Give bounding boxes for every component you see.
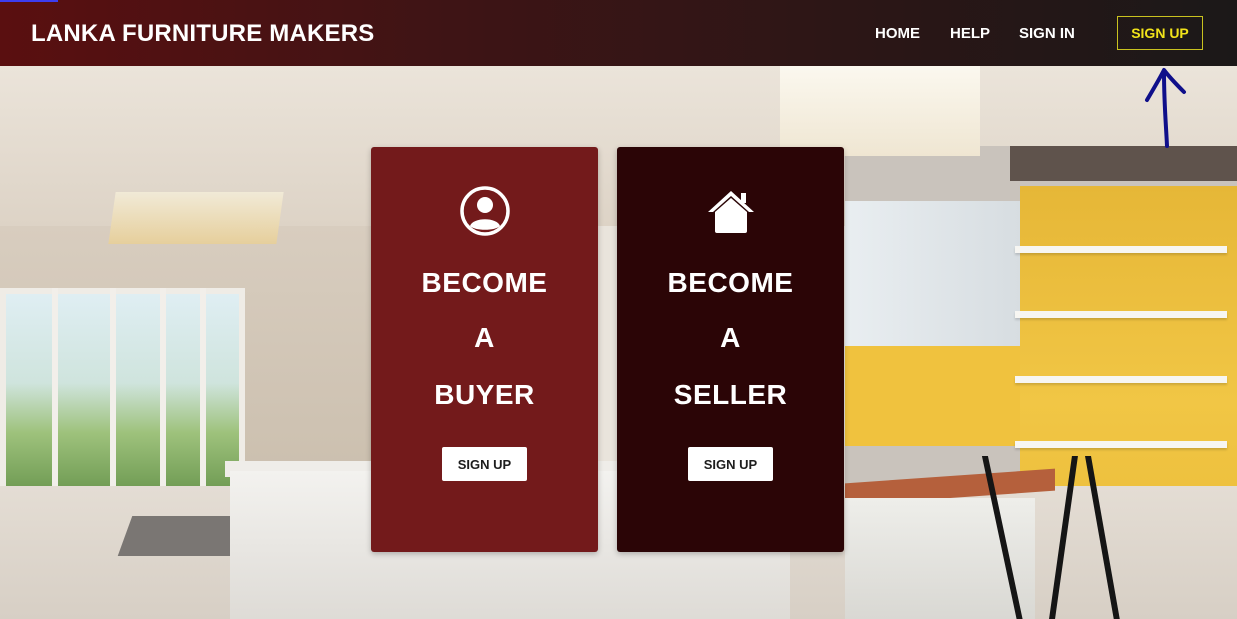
- card-title-line: SELLER: [673, 379, 788, 410]
- nav-sign-up-button[interactable]: SIGN UP: [1117, 16, 1203, 50]
- card-title-line: BUYER: [434, 379, 535, 410]
- top-accent-line: [0, 0, 58, 2]
- nav-sign-in-link[interactable]: SIGN IN: [1019, 25, 1075, 42]
- site-brand[interactable]: LANKA FURNITURE MAKERS: [31, 20, 375, 48]
- annotation-arrow-icon: [1145, 68, 1186, 148]
- seller-sign-up-button[interactable]: SIGN UP: [688, 447, 773, 481]
- window-mullion: [110, 288, 116, 498]
- become-buyer-card: BECOME A BUYER SIGN UP: [371, 147, 598, 552]
- user-circle-icon: [459, 186, 510, 236]
- upper-cabinets: [845, 201, 1020, 346]
- window-mullion: [160, 288, 166, 498]
- wall-shelf: [1015, 376, 1227, 383]
- card-title-line: A: [474, 322, 495, 353]
- nav-help-link[interactable]: HELP: [950, 25, 990, 42]
- ceiling-light: [108, 192, 284, 244]
- nav-home-link[interactable]: HOME: [875, 25, 920, 42]
- wall-shelf: [1015, 311, 1227, 318]
- wall-shelf: [1015, 441, 1227, 448]
- backsplash: [845, 346, 1025, 446]
- ceiling-light: [780, 66, 980, 156]
- card-title-line: BECOME: [667, 267, 794, 298]
- wall-band: [1010, 146, 1237, 181]
- top-navbar: LANKA FURNITURE MAKERS HOME HELP SIGN IN…: [0, 0, 1237, 66]
- home-icon: [707, 191, 754, 233]
- garden-window: [0, 288, 245, 498]
- window-mullion: [200, 288, 206, 498]
- window-mullion: [52, 288, 58, 498]
- card-title-line: A: [720, 322, 741, 353]
- card-title-line: BECOME: [421, 267, 548, 298]
- wall-shelf: [1015, 246, 1227, 253]
- become-seller-card: BECOME A SELLER SIGN UP: [617, 147, 844, 552]
- buyer-sign-up-button[interactable]: SIGN UP: [442, 447, 527, 481]
